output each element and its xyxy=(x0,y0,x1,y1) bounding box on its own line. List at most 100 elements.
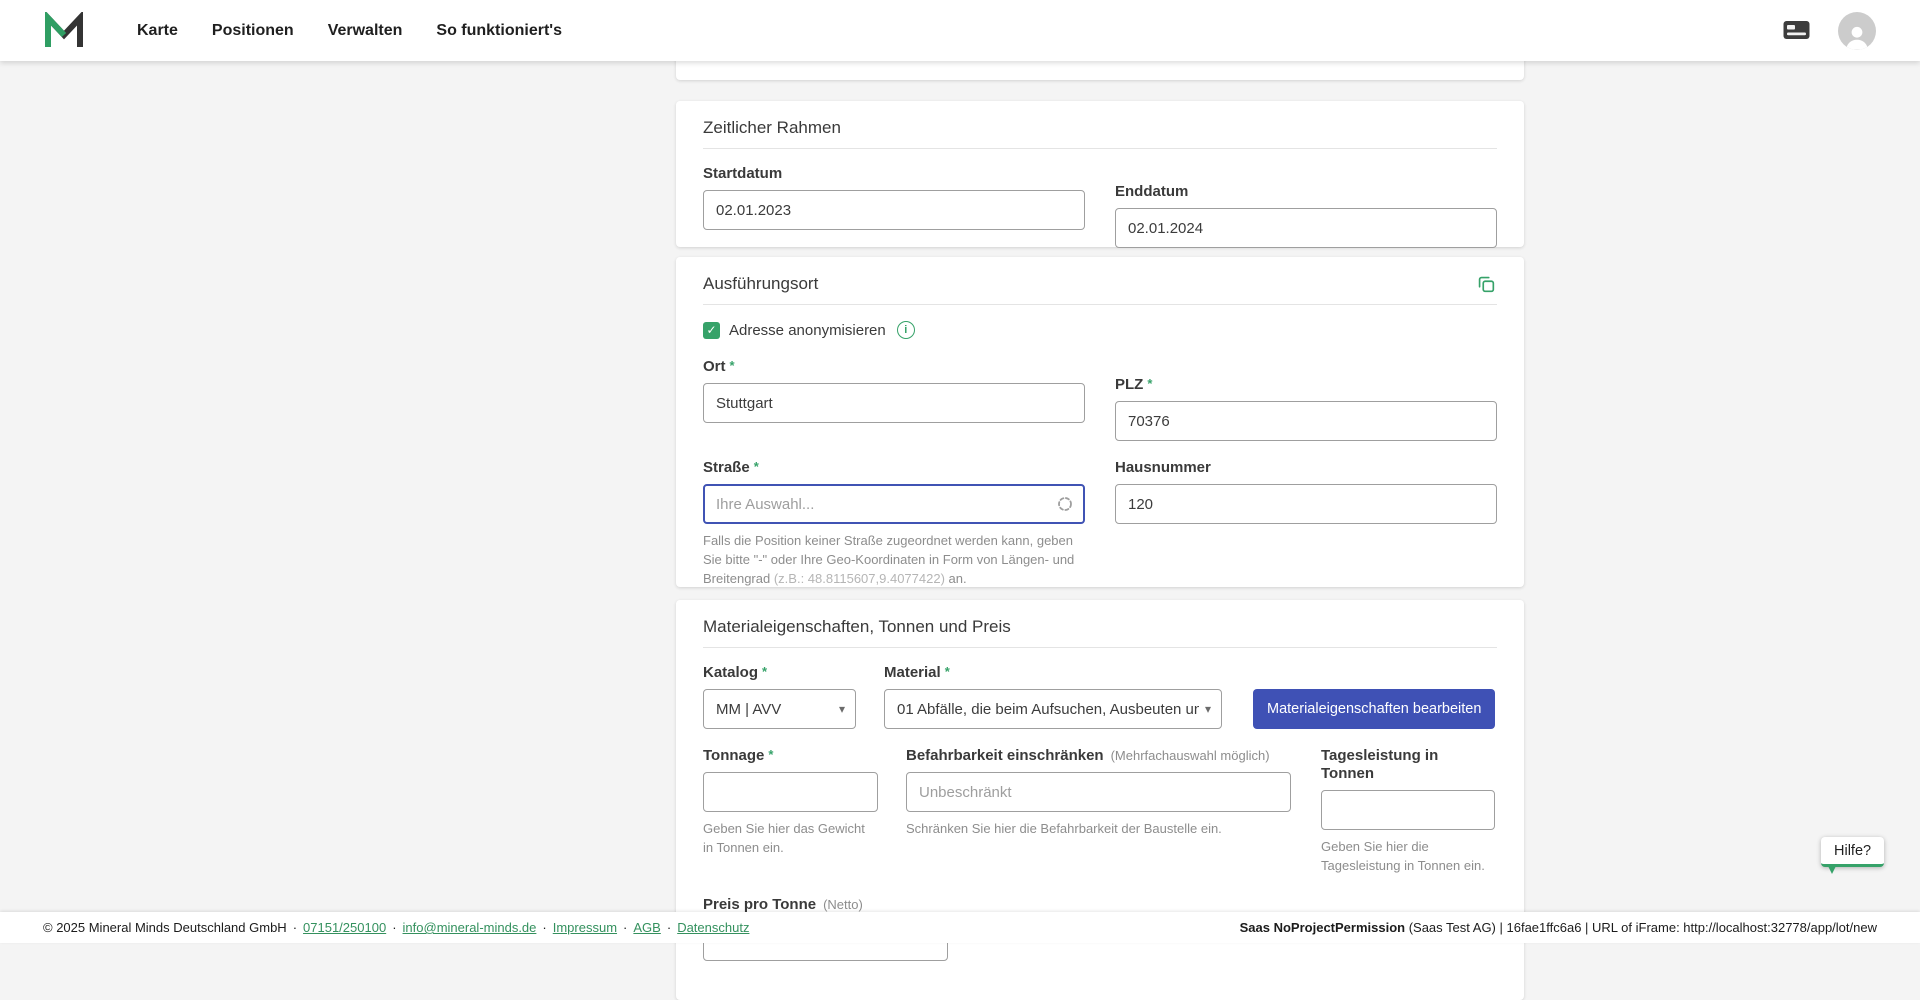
mineral-minds-logo[interactable] xyxy=(43,12,85,50)
hausnummer-input[interactable] xyxy=(1115,484,1497,524)
katalog-label-text: Katalog xyxy=(703,664,758,682)
strasse-hint-suffix: an. xyxy=(949,571,967,586)
field-strasse: Straße * Falls die Position keiner Straß… xyxy=(703,459,1085,589)
required-asterisk: * xyxy=(768,747,773,762)
footer-env-details: (Saas Test AG) | 16fae1ffc6a6 | URL of i… xyxy=(1405,920,1877,935)
field-enddatum: Enddatum xyxy=(1115,183,1497,248)
preis-label-text: Preis pro Tonne xyxy=(703,896,816,914)
katalog-value: MM | AVV xyxy=(716,701,833,718)
plz-input[interactable] xyxy=(1115,401,1497,441)
field-ort: Ort * xyxy=(703,358,1085,423)
section-title-ausfuehrungsort: Ausführungsort xyxy=(703,273,818,295)
field-hausnummer: Hausnummer xyxy=(1115,459,1497,524)
field-tagesleistung: Tagesleistung in Tonnen Geben Sie hier d… xyxy=(1321,747,1495,876)
tonnage-hint: Geben Sie hier das Gewicht in Tonnen ein… xyxy=(703,820,878,858)
field-befahrbarkeit: Befahrbarkeit einschränken (Mehrfachausw… xyxy=(906,747,1291,839)
nav-item-so-funktionierts[interactable]: So funktioniert's xyxy=(436,22,562,40)
tagesleistung-label: Tagesleistung in Tonnen xyxy=(1321,747,1495,783)
main-nav: Karte Positionen Verwalten So funktionie… xyxy=(137,22,562,40)
hausnummer-label: Hausnummer xyxy=(1115,459,1497,477)
loading-spinner-icon xyxy=(1057,496,1073,517)
ort-label-text: Ort xyxy=(703,358,726,376)
divider xyxy=(703,148,1497,149)
info-icon[interactable]: i xyxy=(897,321,915,339)
help-button-label: Hilfe? xyxy=(1834,843,1871,859)
startdatum-label-text: Startdatum xyxy=(703,165,782,183)
enddatum-label: Enddatum xyxy=(1115,183,1497,201)
footer-bar: © 2025 Mineral Minds Deutschland GmbH · … xyxy=(0,912,1920,943)
logo-icon xyxy=(43,12,85,50)
top-navbar: Karte Positionen Verwalten So funktionie… xyxy=(0,0,1920,61)
hausnummer-label-text: Hausnummer xyxy=(1115,459,1211,477)
anonymize-checkbox[interactable]: ✓ xyxy=(703,322,720,339)
material-label: Material * xyxy=(884,664,1222,682)
footer-impressum-link[interactable]: Impressum xyxy=(553,920,617,935)
tagesleistung-label-text: Tagesleistung in Tonnen xyxy=(1321,747,1495,783)
card-reader-icon[interactable] xyxy=(1783,20,1810,41)
tagesleistung-hint: Geben Sie hier die Tagesleistung in Tonn… xyxy=(1321,838,1495,876)
divider xyxy=(703,647,1497,648)
help-button[interactable]: Hilfe? xyxy=(1821,837,1884,867)
field-material: Material * 01 Abfälle, die beim Aufsuche… xyxy=(884,664,1222,729)
footer-separator: · xyxy=(392,920,396,935)
preis-label-suffix: (Netto) xyxy=(823,896,863,914)
header-icons xyxy=(1783,12,1876,50)
user-avatar-icon[interactable] xyxy=(1838,12,1876,50)
footer-copyright: © 2025 Mineral Minds Deutschland GmbH xyxy=(43,920,287,935)
footer-phone-link[interactable]: 07151/250100 xyxy=(303,920,386,935)
check-icon: ✓ xyxy=(706,323,716,337)
card-ausfuehrungsort: Ausführungsort ✓ Adresse anonymisieren i… xyxy=(676,257,1524,587)
help-bubble-tail xyxy=(1828,866,1836,874)
tonnage-label-text: Tonnage xyxy=(703,747,764,765)
required-asterisk: * xyxy=(762,664,767,679)
footer-separator: · xyxy=(623,920,627,935)
befahrbarkeit-label-suffix: (Mehrfachauswahl möglich) xyxy=(1111,747,1270,765)
material-value: 01 Abfälle, die beim Aufsuchen, Ausbeute… xyxy=(897,701,1199,718)
required-asterisk: * xyxy=(945,664,950,679)
footer-env-name: Saas NoProjectPermission xyxy=(1240,920,1405,935)
enddatum-label-text: Enddatum xyxy=(1115,183,1188,201)
befahrbarkeit-label-text: Befahrbarkeit einschränken xyxy=(906,747,1104,765)
field-plz: PLZ * xyxy=(1115,376,1497,441)
nav-item-positionen[interactable]: Positionen xyxy=(212,22,294,40)
tonnage-label: Tonnage * xyxy=(703,747,878,765)
strasse-hint-coords: (z.B.: 48.8115607,9.4077422) xyxy=(774,571,945,586)
befahrbarkeit-input[interactable] xyxy=(906,772,1291,812)
befahrbarkeit-label: Befahrbarkeit einschränken (Mehrfachausw… xyxy=(906,747,1291,765)
material-select[interactable]: 01 Abfälle, die beim Aufsuchen, Ausbeute… xyxy=(884,689,1222,729)
section-title-material: Materialeigenschaften, Tonnen und Preis xyxy=(703,616,1497,638)
footer-agb-link[interactable]: AGB xyxy=(633,920,660,935)
field-tonnage: Tonnage * Geben Sie hier das Gewicht in … xyxy=(703,747,878,858)
footer-email-link[interactable]: info@mineral-minds.de xyxy=(403,920,537,935)
card-zeitlicher-rahmen: Zeitlicher Rahmen Startdatum Enddatum xyxy=(676,101,1524,247)
ort-input[interactable] xyxy=(703,383,1085,423)
footer-separator: · xyxy=(293,920,297,935)
nav-item-verwalten[interactable]: Verwalten xyxy=(328,22,403,40)
strasse-label: Straße * xyxy=(703,459,1085,477)
material-label-text: Material xyxy=(884,664,941,682)
enddatum-input[interactable] xyxy=(1115,208,1497,248)
startdatum-input[interactable] xyxy=(703,190,1085,230)
edit-material-properties-button[interactable]: Materialeigenschaften bearbeiten xyxy=(1253,689,1495,729)
section-title-zeitlicher-rahmen: Zeitlicher Rahmen xyxy=(703,117,1497,139)
plz-label-text: PLZ xyxy=(1115,376,1143,394)
befahrbarkeit-hint: Schränken Sie hier die Befahrbarkeit der… xyxy=(906,820,1291,839)
chevron-down-icon: ▾ xyxy=(1205,702,1211,716)
startdatum-label: Startdatum xyxy=(703,165,1085,183)
main-content: Zeitlicher Rahmen Startdatum Enddatum Au… xyxy=(0,0,1920,943)
footer-datenschutz-link[interactable]: Datenschutz xyxy=(677,920,749,935)
nav-item-karte[interactable]: Karte xyxy=(137,22,178,40)
field-startdatum: Startdatum xyxy=(703,165,1085,230)
preis-label: Preis pro Tonne (Netto) xyxy=(703,896,1497,914)
footer-separator: · xyxy=(667,920,671,935)
strasse-input[interactable] xyxy=(703,484,1085,524)
tonnage-input[interactable] xyxy=(703,772,878,812)
field-katalog: Katalog * MM | AVV ▾ xyxy=(703,664,856,729)
copy-icon[interactable] xyxy=(1475,273,1497,295)
plz-label: PLZ * xyxy=(1115,376,1497,394)
required-asterisk: * xyxy=(1147,376,1152,391)
katalog-select[interactable]: MM | AVV ▾ xyxy=(703,689,856,729)
tagesleistung-input[interactable] xyxy=(1321,790,1495,830)
footer-separator: · xyxy=(542,920,546,935)
anonymize-label: Adresse anonymisieren xyxy=(729,322,886,339)
